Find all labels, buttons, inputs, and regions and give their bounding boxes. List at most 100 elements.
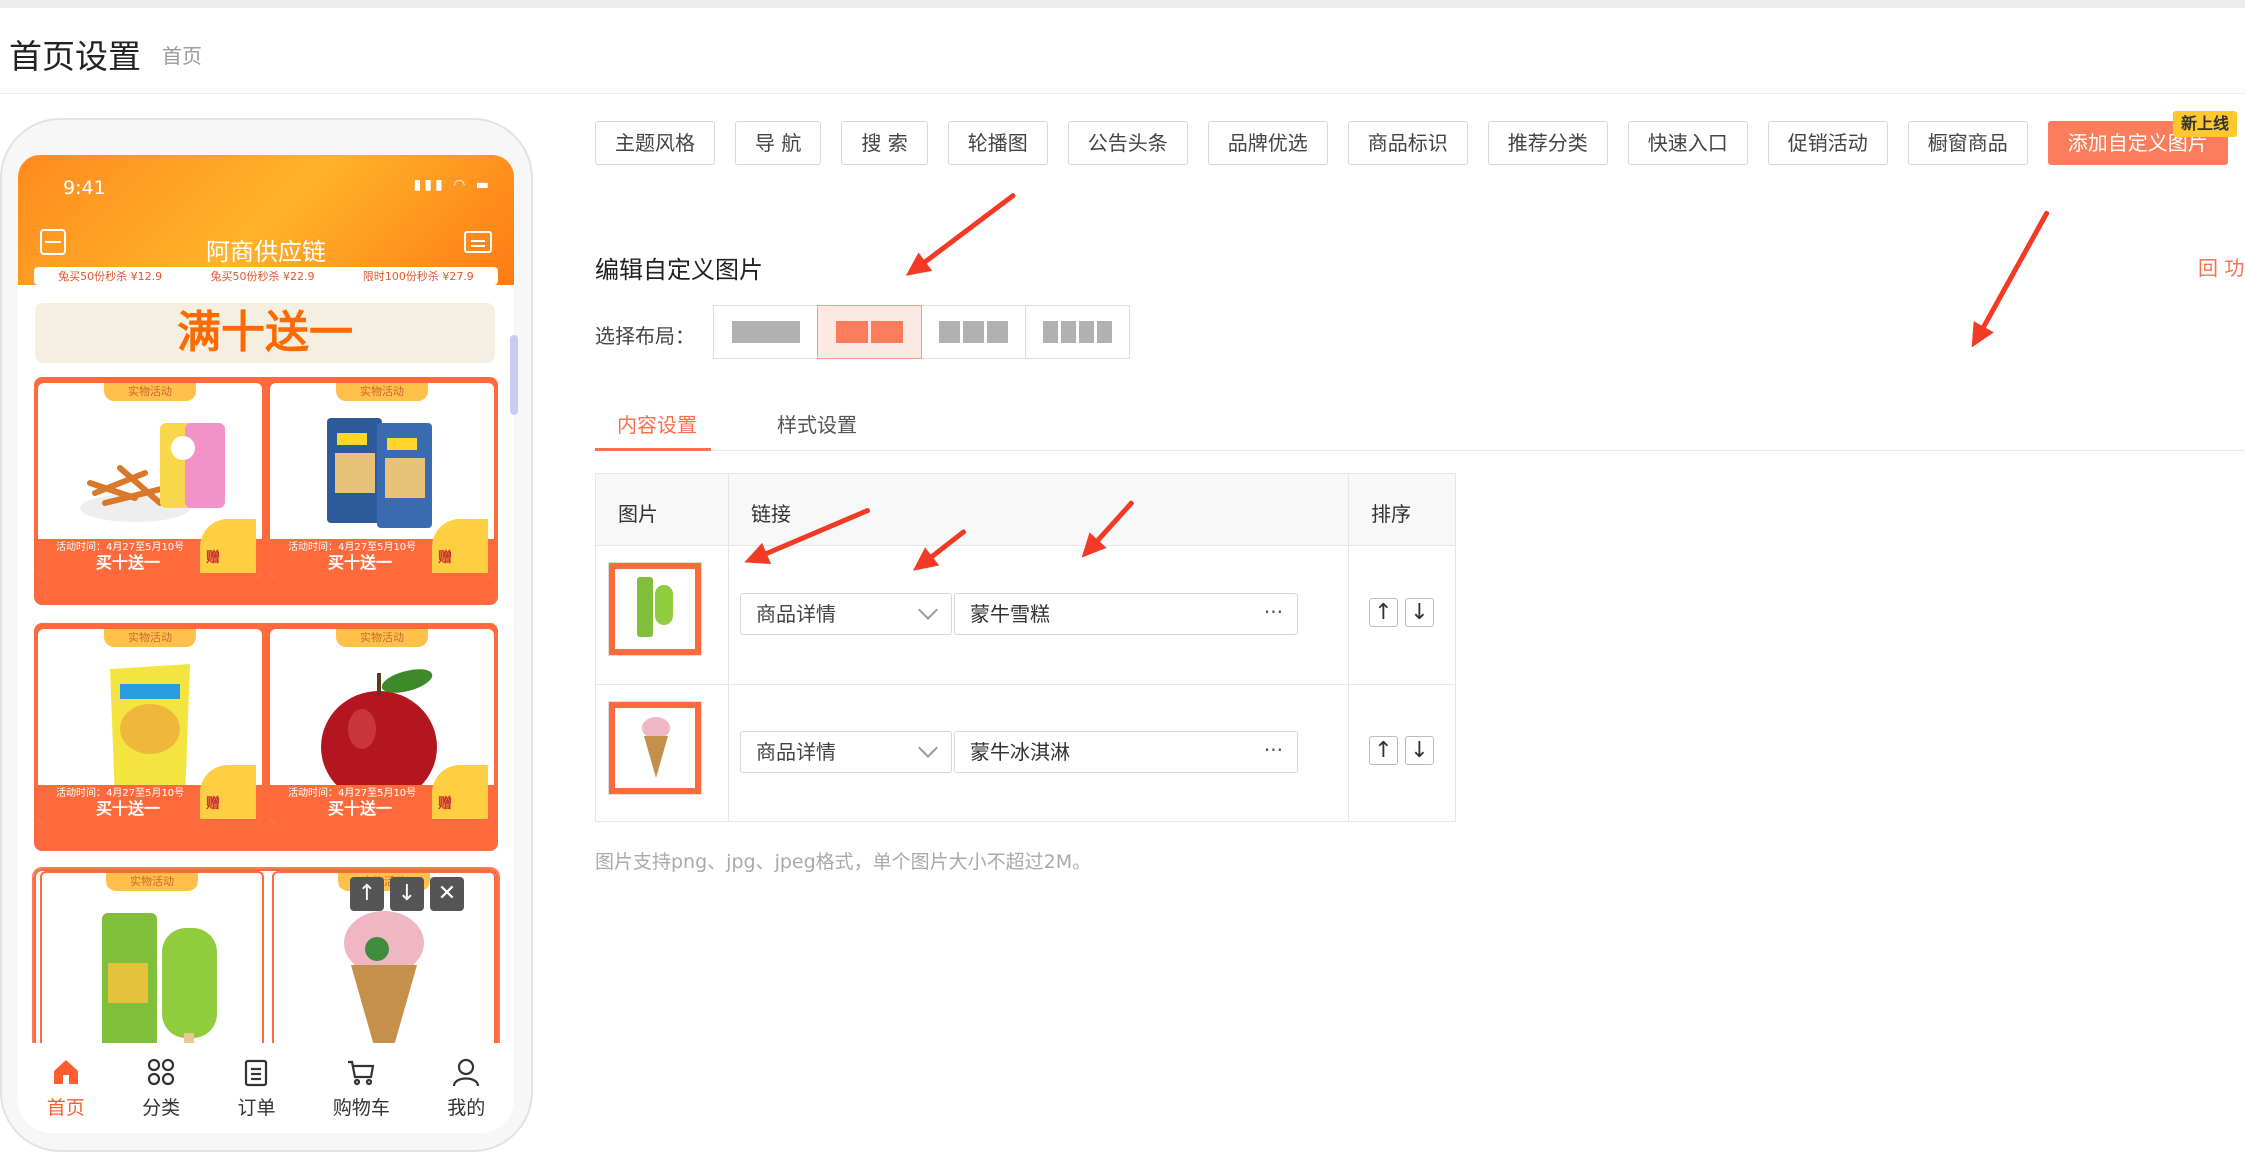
product-row[interactable]: 实物活动 活动时间：4月27至5月10号 买十送一 赠 实物活动 活动时间：4月… <box>34 377 498 605</box>
layout-option-1[interactable] <box>713 305 818 359</box>
layout-block <box>987 321 1008 343</box>
layout-block <box>1061 321 1076 343</box>
tab-category[interactable]: 分类 <box>142 1057 180 1120</box>
close-icon[interactable]: ✕ <box>430 877 464 911</box>
layout-block <box>1043 321 1058 343</box>
buy-label: 买十送一 <box>328 553 393 572</box>
sort-down-button[interactable]: ↓ <box>1405 736 1434 765</box>
sort-down-button[interactable]: ↓ <box>1405 598 1434 627</box>
shop-name: 阿商供应链 <box>206 238 326 266</box>
tab-cart[interactable]: 购物车 <box>333 1057 390 1120</box>
cone-thumb-image <box>642 717 670 778</box>
gift-badge: 赠 <box>432 765 488 819</box>
layout-option-3[interactable] <box>921 305 1026 359</box>
table-header: 图片 链接 排序 <box>596 474 1455 546</box>
tab-content-settings[interactable]: 内容设置 <box>617 409 697 438</box>
layout-block <box>871 321 903 343</box>
editor-title: 编辑自定义图片 <box>595 256 763 284</box>
promo-strip: 兔买50份秒杀 ¥12.9 兔买50份秒杀 ¥22.9 限时100份秒杀 ¥27… <box>34 267 498 285</box>
page-title: 首页设置 <box>9 37 141 76</box>
module-tabs: 主题风格 导 航 搜 索 轮播图 公告头条 品牌优选 商品标识 推荐分类 快速入… <box>595 121 2245 165</box>
promo-item: 兔买50份秒杀 ¥22.9 <box>210 270 315 283</box>
tab-home[interactable]: 首页 <box>47 1057 85 1120</box>
tab-quick-entry[interactable]: 快速入口 <box>1627 121 1748 165</box>
row-divider <box>596 684 1455 685</box>
status-time: 9:41 <box>63 177 106 199</box>
tab-search[interactable]: 搜 索 <box>841 121 928 165</box>
buy-label: 买十送一 <box>328 799 393 818</box>
column-divider <box>728 474 729 821</box>
active-tab-underline <box>595 448 711 451</box>
phone-screen: 9:41 ▮▮▮ ◠ ▬ 阿商供应链 兔买50份秒杀 ¥12.9 兔买50份秒杀… <box>18 155 514 1133</box>
tab-brand[interactable]: 品牌优选 <box>1207 121 1328 165</box>
image-link-table: 图片 链接 排序 商品详情 蒙牛雪糕 ··· ↑ ↓ 商品详情 蒙牛冰淇淋 ··· … <box>595 473 1456 822</box>
sort-up-button[interactable]: ↑ <box>1369 598 1398 627</box>
tab-navigation[interactable]: 导 航 <box>735 121 822 165</box>
link-type-select[interactable]: 商品详情 <box>740 731 952 773</box>
activity-tag: 实物活动 <box>104 383 196 401</box>
annotation-arrow <box>1972 210 2050 344</box>
annotation-arrow <box>909 192 1017 275</box>
layout-option-4[interactable] <box>1025 305 1130 359</box>
tab-mine[interactable]: 我的 <box>447 1057 485 1120</box>
link-value-field[interactable]: 蒙牛雪糕 ··· <box>954 593 1298 635</box>
block-controls: ↑ ↓ ✕ <box>350 877 464 911</box>
more-icon[interactable]: ··· <box>1264 730 1283 770</box>
settings-tabs: 内容设置 样式设置 <box>595 395 2245 451</box>
col-image: 图片 <box>618 502 658 526</box>
layout-block <box>1079 321 1094 343</box>
tab-theme[interactable]: 主题风格 <box>595 121 715 165</box>
tab-orders[interactable]: 订单 <box>237 1057 275 1120</box>
restore-link[interactable]: 回 功 <box>2198 252 2244 281</box>
tab-announcement[interactable]: 公告头条 <box>1067 121 1188 165</box>
banana-chips-image <box>110 664 190 799</box>
link-value-field[interactable]: 蒙牛冰淇淋 ··· <box>954 731 1298 773</box>
tab-product-label[interactable]: 商品标识 <box>1347 121 1468 165</box>
upload-hint: 图片支持png、jpg、jpeg格式，单个图片大小不超过2M。 <box>595 851 1092 873</box>
layout-block <box>963 321 984 343</box>
tab-promotion[interactable]: 促销活动 <box>1767 121 1888 165</box>
tab-carousel[interactable]: 轮播图 <box>947 121 1048 165</box>
tab-window-products[interactable]: 橱窗商品 <box>1907 121 2028 165</box>
status-icons: ▮▮▮ ◠ ▬ <box>413 177 492 193</box>
preview-scrollbar[interactable] <box>510 335 518 415</box>
col-link: 链接 <box>751 502 791 526</box>
layout-block <box>939 321 960 343</box>
select-value: 商品详情 <box>756 740 836 764</box>
chips-image <box>80 423 225 522</box>
row-thumbnail[interactable] <box>608 562 702 656</box>
link-type-select[interactable]: 商品详情 <box>740 593 952 635</box>
snack-bag-image <box>327 418 432 528</box>
column-divider <box>1348 474 1349 821</box>
tab-label: 分类 <box>142 1096 181 1119</box>
bottom-tabbar: 首页 分类 订单 购物车 我的 <box>18 1043 514 1133</box>
activity-tag: 实物活动 <box>104 629 196 647</box>
activity-tag: 实物活动 <box>106 873 198 891</box>
layout-block <box>731 321 800 343</box>
layout-label: 选择布局： <box>595 324 695 348</box>
promo-item: 兔买50份秒杀 ¥12.9 <box>58 270 163 283</box>
more-icon[interactable]: ··· <box>1264 592 1283 632</box>
tab-label: 购物车 <box>332 1096 390 1119</box>
buy-label: 买十送一 <box>96 553 161 572</box>
product-card[interactable]: 实物活动 活动时间：4月27至5月10号 买十送一 赠 <box>270 383 494 577</box>
home-icon <box>53 1059 78 1084</box>
product-card[interactable]: 实物活动 活动时间：4月27至5月10号 买十送一 赠 <box>38 629 262 823</box>
product-card[interactable]: 实物活动 活动时间：4月27至5月10号 买十送一 赠 <box>38 383 262 577</box>
row-thumbnail[interactable] <box>608 701 702 795</box>
product-row[interactable]: 实物活动 活动时间：4月27至5月10号 买十送一 赠 实物活动 活动时间：4月… <box>34 623 498 851</box>
cart-icon <box>348 1060 375 1085</box>
user-icon <box>453 1058 480 1086</box>
move-down-icon[interactable]: ↓ <box>390 877 424 911</box>
buy-label: 买十送一 <box>96 799 161 818</box>
tab-style-settings[interactable]: 样式设置 <box>777 409 857 438</box>
shop-header: 9:41 ▮▮▮ ◠ ▬ 阿商供应链 兔买50份秒杀 ¥12.9 兔买50份秒杀… <box>18 155 514 285</box>
tab-recommend-category[interactable]: 推荐分类 <box>1487 121 1608 165</box>
sort-up-button[interactable]: ↑ <box>1369 736 1398 765</box>
layout-option-2[interactable] <box>817 305 922 359</box>
promo-banner[interactable]: 满十送一 <box>35 303 495 363</box>
move-up-icon[interactable]: ↑ <box>350 877 384 911</box>
breadcrumb[interactable]: 首页 <box>162 40 202 69</box>
product-card[interactable]: 实物活动 活动时间：4月27至5月10号 买十送一 赠 <box>270 629 494 823</box>
activity-tag: 实物活动 <box>336 383 428 401</box>
